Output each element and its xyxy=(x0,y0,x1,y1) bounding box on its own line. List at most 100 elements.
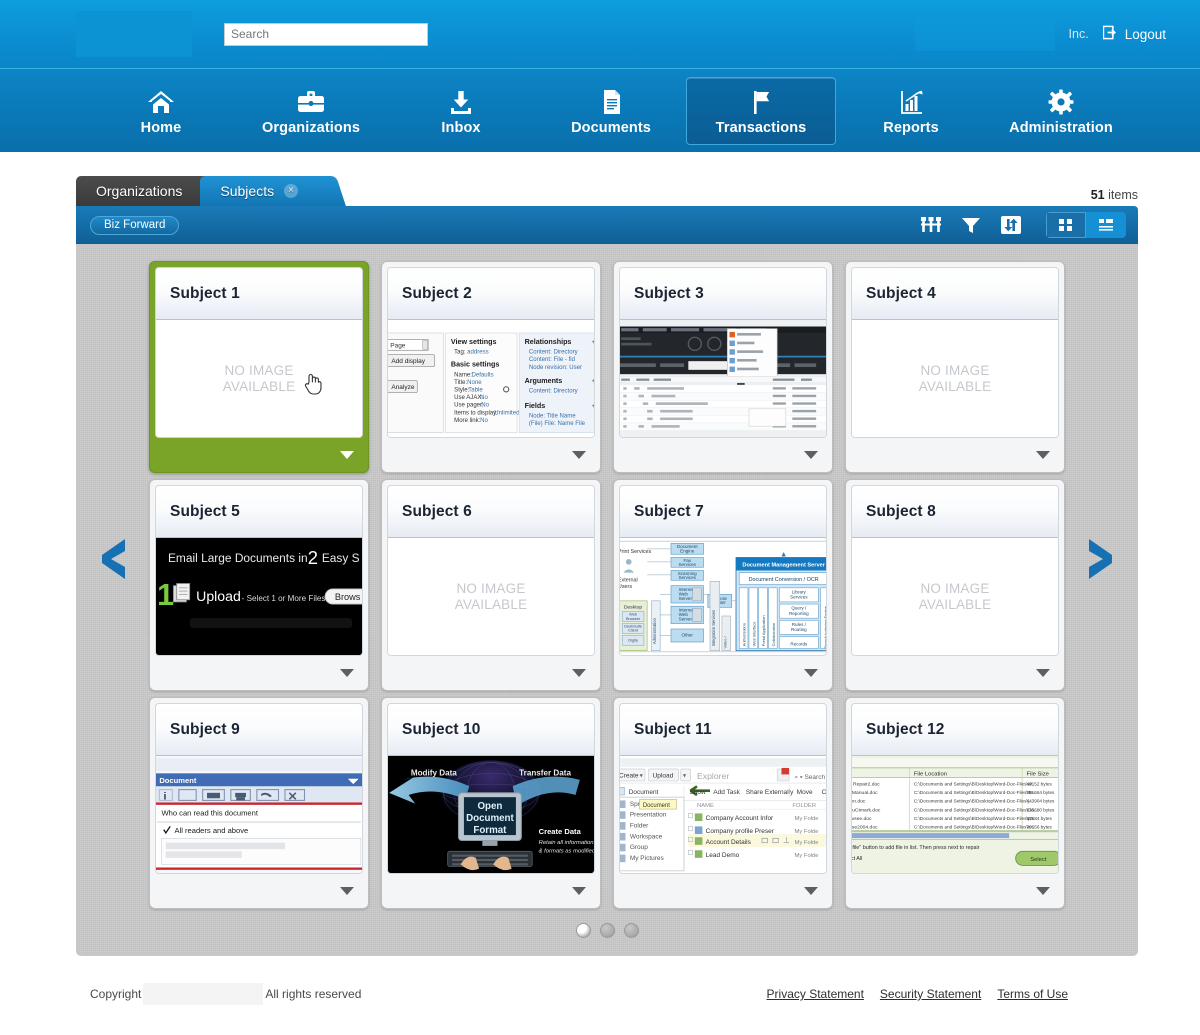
close-icon[interactable]: × xyxy=(284,184,299,198)
card-footer[interactable] xyxy=(846,656,1064,690)
chevron-down-icon[interactable] xyxy=(804,669,818,677)
carousel-dot-2[interactable] xyxy=(599,923,615,938)
svg-text:67584 bytes: 67584 bytes xyxy=(1027,816,1053,821)
subject-card[interactable]: Subject 12 File Location File Size Repai… xyxy=(845,697,1065,909)
svg-text:443904 bytes: 443904 bytes xyxy=(1027,799,1056,804)
svg-text:My Folde: My Folde xyxy=(795,853,819,859)
chevron-down-icon[interactable] xyxy=(340,669,354,677)
logout-button[interactable]: Logout xyxy=(1102,25,1182,43)
nav-item-documents[interactable]: Documents xyxy=(536,77,686,145)
svg-text:Authorization: Authorization xyxy=(742,623,747,646)
svg-text:Document Management Server: Document Management Server xyxy=(742,563,825,569)
svg-text:Query /: Query / xyxy=(791,606,807,611)
chevron-down-icon[interactable] xyxy=(1036,451,1050,459)
tab-organizations[interactable]: Organizations xyxy=(76,176,213,206)
svg-text:C:\Documents and Settings\B\De: C:\Documents and Settings\B\Desktop\Word… xyxy=(914,816,1037,821)
subject-card[interactable]: Subject 6 NO IMAGE AVAILABLE xyxy=(381,479,601,691)
chevron-down-icon[interactable] xyxy=(572,451,586,459)
copyright-owner-redacted xyxy=(143,983,264,1005)
security-statement-link[interactable]: Security Statement xyxy=(880,987,981,1001)
svg-text:C:\Documents and Settings\B\De: C:\Documents and Settings\B\Desktop\Word… xyxy=(914,790,1037,795)
carousel-pagination xyxy=(76,923,1138,938)
content-area: Organizations Subjects × 51 items Biz Fo… xyxy=(0,172,1200,956)
subject-card[interactable]: Subject 8 NO IMAGE AVAILABLE xyxy=(845,479,1065,691)
tab-label: Organizations xyxy=(96,183,183,199)
nav-item-home[interactable]: Home xyxy=(86,77,236,145)
company-logo[interactable] xyxy=(76,11,192,57)
tab-label: Subjects xyxy=(220,183,275,199)
no-image-line-2: AVAILABLE xyxy=(454,596,528,612)
chevron-down-icon[interactable] xyxy=(1036,887,1050,895)
subject-card[interactable]: Subject 11 Create ▾ Upload ▾ Explorer ⌕ … xyxy=(613,697,833,909)
subject-card[interactable]: Subject 2 Page Add display Analyze View … xyxy=(381,261,601,473)
items-count: 51 items xyxy=(1091,188,1138,202)
carousel-prev-button[interactable] xyxy=(97,538,131,582)
card-footer[interactable] xyxy=(846,438,1064,472)
card-footer[interactable] xyxy=(614,438,832,472)
card-footer[interactable] xyxy=(382,656,600,690)
subject-card[interactable]: Subject 4 NO IMAGE AVAILABLE xyxy=(845,261,1065,473)
group-columns-icon[interactable] xyxy=(918,212,944,238)
svg-text:No: No xyxy=(480,418,488,424)
subject-card[interactable]: Subject 1 NO IMAGE AVAILABLE xyxy=(149,261,369,473)
svg-text:Unlimited: Unlimited xyxy=(494,410,519,416)
no-image-line-1: NO IMAGE xyxy=(456,580,526,596)
grid-view-icon[interactable] xyxy=(1046,212,1086,238)
list-view-icon[interactable] xyxy=(1086,212,1126,238)
logout-label: Logout xyxy=(1124,26,1166,42)
card-inner: Subject 12 File Location File Size Repai… xyxy=(851,703,1059,874)
subject-card[interactable]: Subject 9 Document i Who can read this d… xyxy=(149,697,369,909)
card-footer[interactable] xyxy=(382,874,600,908)
svg-text:Select: Select xyxy=(1030,857,1047,863)
chevron-down-icon[interactable] xyxy=(804,887,818,895)
svg-text:Video /: Video / xyxy=(722,636,727,649)
card-footer[interactable] xyxy=(150,874,368,908)
chevron-down-icon[interactable] xyxy=(572,887,586,895)
chevron-down-icon[interactable] xyxy=(1036,669,1050,677)
breadcrumb-pill[interactable]: Biz Forward xyxy=(90,215,180,235)
card-footer[interactable] xyxy=(150,656,368,690)
svg-text:C:\Documents and Settings\B\De: C:\Documents and Settings\B\Desktop\Word… xyxy=(914,825,1036,830)
carousel-dot-1[interactable] xyxy=(575,923,591,938)
privacy-statement-link[interactable]: Privacy Statement xyxy=(767,987,864,1001)
nav-item-transactions[interactable]: Transactions xyxy=(686,76,836,145)
chevron-down-icon[interactable] xyxy=(572,669,586,677)
nav-item-reports[interactable]: Reports xyxy=(836,77,986,145)
terms-of-use-link[interactable]: Terms of Use xyxy=(997,987,1068,1001)
subject-card[interactable]: Subject 7 Print Services xternal sers Do… xyxy=(613,479,833,691)
search-input[interactable] xyxy=(224,22,428,46)
card-footer[interactable] xyxy=(614,656,832,690)
card-footer[interactable] xyxy=(614,874,832,908)
svg-text:Ca: Ca xyxy=(822,789,826,796)
nav-item-organizations[interactable]: Organizations xyxy=(236,77,386,145)
subject-card[interactable]: Subject 5 Email Large Documents in 2 Eas… xyxy=(149,479,369,691)
tab-subjects[interactable]: Subjects × xyxy=(200,176,333,206)
subject-card[interactable]: Subject 10 Modify Data Transfer Data Ope… xyxy=(381,697,601,909)
card-footer[interactable] xyxy=(382,438,600,472)
svg-text:i: i xyxy=(164,791,167,802)
svg-text:Services: Services xyxy=(679,575,697,580)
card-title: Subject 11 xyxy=(634,720,712,738)
carousel-next-button[interactable] xyxy=(1083,538,1117,582)
nav-item-administration[interactable]: Administration xyxy=(986,77,1136,145)
svg-text:My Folde: My Folde xyxy=(795,840,819,846)
footer-links: Privacy Statement Security Statement Ter… xyxy=(767,987,1124,1001)
nav-label: Reports xyxy=(883,119,939,136)
chevron-down-icon[interactable] xyxy=(340,887,354,895)
sort-arrows-icon[interactable] xyxy=(998,212,1024,238)
chevron-down-icon[interactable] xyxy=(804,451,818,459)
thumbnail-email-large-documents: Email Large Documents in 2 Easy S 1 Uplo… xyxy=(156,538,362,655)
subject-card[interactable]: Subject 3 xyxy=(613,261,833,473)
carousel-dot-3[interactable] xyxy=(623,923,639,938)
card-footer[interactable] xyxy=(846,874,1064,908)
page-footer: Copyright All rights reserved Privacy St… xyxy=(0,970,1200,1018)
filter-funnel-icon[interactable] xyxy=(958,212,984,238)
card-inner: Subject 9 Document i Who can read this d… xyxy=(155,703,363,874)
svg-text:NAME: NAME xyxy=(697,803,714,809)
card-footer[interactable] xyxy=(150,438,368,472)
nav-item-inbox[interactable]: Inbox xyxy=(386,77,536,145)
copyright-prefix: Copyright xyxy=(90,987,142,1001)
svg-text:Content: Directory: Content: Directory xyxy=(529,389,579,395)
chevron-down-icon[interactable] xyxy=(340,451,354,459)
svg-text:Rules /: Rules / xyxy=(792,622,807,627)
